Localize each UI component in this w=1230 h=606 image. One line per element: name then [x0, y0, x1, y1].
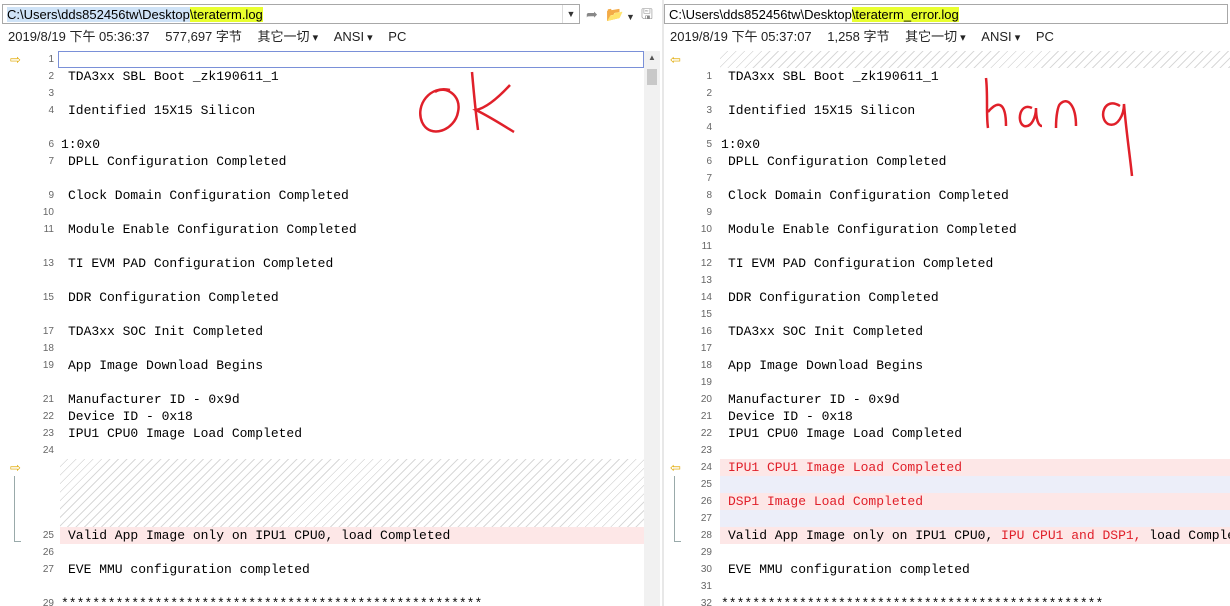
line-text: TDA3xx SBL Boot _zk190611_1	[68, 69, 279, 84]
right-date: 2019/8/19 下午 05:37:07	[670, 29, 812, 44]
left-path-dropdown-icon[interactable]: ▼	[562, 5, 579, 23]
open-folder-icon[interactable]: 📂	[606, 6, 623, 22]
right-size: 1,258 字节	[827, 29, 890, 44]
missing-lines-hatch	[60, 459, 644, 527]
right-encoding-select[interactable]: ANSI	[981, 29, 1020, 44]
current-diff-arrow-icon: ⇦	[670, 52, 681, 67]
left-editor[interactable]: ⇨ 1 2 TDA3xx SBL Boot _zk190611_1 3 4 Iden…	[0, 51, 662, 606]
left-filter-select[interactable]: 其它一切	[258, 29, 319, 44]
current-diff-arrow-icon: ⇨	[10, 52, 21, 67]
left-eol: PC	[388, 29, 407, 44]
left-path-field[interactable]: C:\Users\dds852456tw\Desktop\teraterm.lo…	[2, 4, 580, 24]
left-path-prefix: C:\Users\dds852456tw\Desktop	[7, 7, 190, 22]
diff-arrow-icon[interactable]: ⇨	[10, 459, 21, 476]
right-info-bar: 2019/8/19 下午 05:37:07 1,258 字节 其它一切 ANSI…	[670, 28, 1066, 46]
right-editor[interactable]: ⇦ 1 TDA3xx SBL Boot _zk190611_1 2 3 Identi…	[664, 51, 1230, 606]
left-pane: C:\Users\dds852456tw\Desktop\teraterm.lo…	[0, 0, 662, 606]
left-size: 577,697 字节	[165, 29, 242, 44]
missing-lines-hatch	[720, 51, 1230, 68]
right-filter-select[interactable]: 其它一切	[905, 29, 966, 44]
changed-text: IPU CPU1 and DSP1,	[1001, 528, 1142, 543]
right-eol: PC	[1035, 29, 1054, 44]
diff-bracket	[14, 476, 21, 542]
current-line-indicator	[58, 51, 644, 68]
left-scroll-thumb[interactable]	[647, 69, 657, 85]
left-scrollbar[interactable]: ▲	[644, 51, 660, 606]
open-dropdown-icon[interactable]: ▼	[626, 9, 635, 25]
right-path-prefix: C:\Users\dds852456tw\Desktop	[669, 7, 852, 22]
diff-bracket	[674, 476, 681, 542]
left-path-file: \teraterm.log	[189, 7, 263, 22]
right-path-file: \teraterm_error.log	[851, 7, 959, 22]
diff-arrow-icon[interactable]: ⇦	[670, 459, 681, 476]
left-date: 2019/8/19 下午 05:36:37	[8, 29, 150, 44]
scroll-up-icon[interactable]: ▲	[644, 51, 660, 65]
added-line: DSP1 Image Load Completed	[728, 494, 924, 509]
save-icon[interactable]: 🖫	[641, 6, 653, 22]
right-path-field[interactable]: C:\Users\dds852456tw\Desktop\teraterm_er…	[664, 4, 1228, 24]
left-info-bar: 2019/8/19 下午 05:36:37 577,697 字节 其它一切 AN…	[8, 28, 418, 46]
right-pane: C:\Users\dds852456tw\Desktop\teraterm_er…	[664, 0, 1230, 606]
swap-icon[interactable]: ➦	[586, 6, 598, 22]
left-encoding-select[interactable]: ANSI	[334, 29, 373, 44]
added-line: IPU1 CPU1 Image Load Completed	[728, 460, 963, 475]
